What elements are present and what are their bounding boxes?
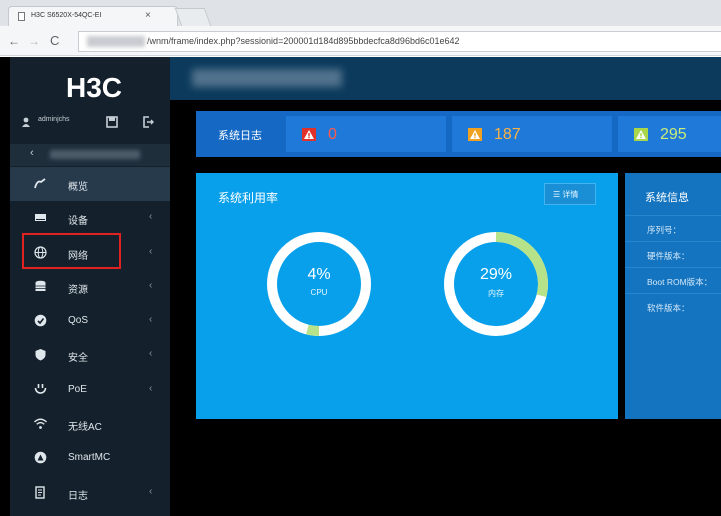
chevron-left-icon: ‹	[149, 382, 153, 394]
address-bar[interactable]: /wnm/frame/index.php?sessionid=200001d18…	[78, 31, 721, 52]
qos-icon	[34, 314, 47, 327]
warning-icon	[634, 128, 648, 141]
cpu-label: CPU	[310, 288, 328, 297]
chevron-left-icon: ‹	[149, 245, 153, 257]
syslog-error-count: 0	[328, 126, 337, 143]
username: adminjchs	[38, 116, 70, 123]
tab-title: H3C S6520X-54QC-EI	[31, 12, 102, 19]
forward-icon[interactable]: →	[28, 34, 40, 48]
memory-gauge	[444, 232, 548, 336]
sidebar-item-resource[interactable]: 资源 ‹	[10, 270, 170, 304]
system-info-title: 系统信息	[645, 192, 689, 204]
syslog-warning-cell[interactable]: 187	[452, 116, 612, 152]
chevron-left-icon[interactable]: ‹	[30, 147, 34, 159]
logout-icon[interactable]	[141, 115, 155, 129]
software-version-row: 软件版本：	[625, 293, 721, 319]
sidebar-item-overview[interactable]: 概览	[10, 167, 170, 202]
sidebar-item-network[interactable]: 网络 ‹	[10, 236, 170, 270]
cpu-value: 4%	[307, 266, 331, 283]
page-icon	[18, 12, 25, 21]
close-icon[interactable]: ×	[145, 10, 151, 21]
browser-toolbar: ← → C /wnm/frame/index.php?sessionid=200…	[0, 26, 721, 56]
sidebar-item-smartmc[interactable]: SmartMC	[10, 441, 170, 475]
tab-strip: H3C S6520X-54QC-EI ×	[0, 0, 721, 26]
poe-icon	[34, 383, 47, 394]
syslog-bar: 系统日志 0 187 295	[196, 111, 721, 157]
chevron-left-icon: ‹	[149, 314, 153, 326]
smartmc-icon	[34, 452, 47, 464]
device-icon	[35, 214, 46, 222]
reload-icon[interactable]: C	[50, 34, 59, 48]
details-label: 详情	[562, 190, 579, 199]
list-icon: ☰	[553, 190, 561, 199]
browser-tab[interactable]: H3C S6520X-54QC-EI ×	[8, 6, 178, 26]
memory-value: 29%	[479, 266, 513, 283]
chevron-left-icon: ‹	[149, 348, 153, 360]
serial-number-row: 序列号：	[625, 215, 721, 241]
cpu-gauge	[267, 232, 371, 336]
url-text: /wnm/frame/index.php?sessionid=200001d18…	[147, 36, 460, 46]
utilization-panel: 系统利用率 ☰ 详情 4% CPU 29% 内存	[196, 173, 618, 419]
svg-text:H3C: H3C	[66, 72, 122, 103]
redacted-host	[87, 36, 145, 48]
chevron-left-icon: ‹	[149, 211, 153, 223]
sidebar-item-wireless-ac[interactable]: 无线AC	[10, 407, 170, 441]
chevron-left-icon: ‹	[149, 279, 153, 291]
web-app: H3C adminjchs ‹ 概览 设备 ‹ 网络 ‹ 资源 ‹ QoS ‹ …	[0, 57, 721, 516]
user-icon	[22, 117, 30, 127]
sidebar-item-poe[interactable]: PoE ‹	[10, 373, 170, 407]
system-info-panel: 系统信息 序列号： 硬件版本： Boot ROM版本： 软件版本：	[625, 173, 721, 419]
log-icon	[35, 485, 45, 499]
syslog-info-cell[interactable]: 295	[618, 116, 721, 152]
content-header	[170, 57, 721, 100]
user-bar: adminjchs	[10, 112, 170, 134]
sidebar-item-security[interactable]: 安全 ‹	[10, 338, 170, 372]
back-icon[interactable]: ←	[8, 34, 20, 48]
syslog-info-count: 295	[660, 126, 687, 143]
sidebar-item-label: PoE	[68, 383, 87, 395]
shield-icon	[35, 349, 46, 361]
sidebar-item-label: 无线AC	[68, 422, 102, 434]
new-tab-button[interactable]	[174, 8, 212, 26]
nav-menu: 概览 设备 ‹ 网络 ‹ 资源 ‹ QoS ‹ 安全 ‹ PoE ‹ 无线AC …	[10, 167, 170, 510]
sidebar-item-device[interactable]: 设备 ‹	[10, 201, 170, 235]
redacted-device-name	[50, 150, 140, 159]
sidebar-item-label: 设备	[68, 216, 88, 228]
details-button[interactable]: ☰ 详情	[544, 183, 596, 205]
resource-icon	[35, 280, 46, 291]
warning-icon	[302, 128, 316, 141]
bootrom-version-row: Boot ROM版本：	[625, 267, 721, 293]
wifi-icon	[34, 418, 47, 429]
globe-icon	[34, 245, 47, 259]
sidebar-item-label: 概览	[68, 182, 88, 193]
collapse-bar: ‹	[10, 144, 170, 166]
sidebar-item-label: 日志	[68, 490, 88, 502]
save-icon[interactable]	[105, 115, 119, 129]
sidebar-item-label: QoS	[68, 315, 89, 327]
syslog-error-cell[interactable]: 0	[286, 116, 446, 152]
overview-icon	[34, 178, 46, 189]
sidebar-item-label: 网络	[68, 250, 88, 262]
sidebar-item-label: SmartMC	[68, 452, 111, 464]
sidebar: H3C adminjchs ‹ 概览 设备 ‹ 网络 ‹ 资源 ‹ QoS ‹ …	[10, 57, 170, 516]
memory-label: 内存	[488, 289, 504, 298]
chevron-left-icon: ‹	[149, 485, 153, 497]
gauge-track	[267, 232, 371, 336]
redacted-header-text	[192, 69, 342, 87]
sidebar-item-log[interactable]: 日志 ‹	[10, 476, 170, 510]
warning-icon	[468, 128, 482, 141]
sidebar-item-qos[interactable]: QoS ‹	[10, 304, 170, 338]
browser-window: H3C S6520X-54QC-EI × ← → C /wnm/frame/in…	[0, 0, 721, 516]
h3c-logo: H3C	[66, 72, 122, 103]
syslog-title: 系统日志	[218, 130, 262, 142]
sidebar-item-label: 安全	[68, 353, 88, 365]
sidebar-item-label: 资源	[68, 284, 88, 296]
utilization-title: 系统利用率	[218, 191, 279, 205]
hardware-version-row: 硬件版本：	[625, 241, 721, 267]
syslog-warning-count: 187	[494, 126, 521, 143]
